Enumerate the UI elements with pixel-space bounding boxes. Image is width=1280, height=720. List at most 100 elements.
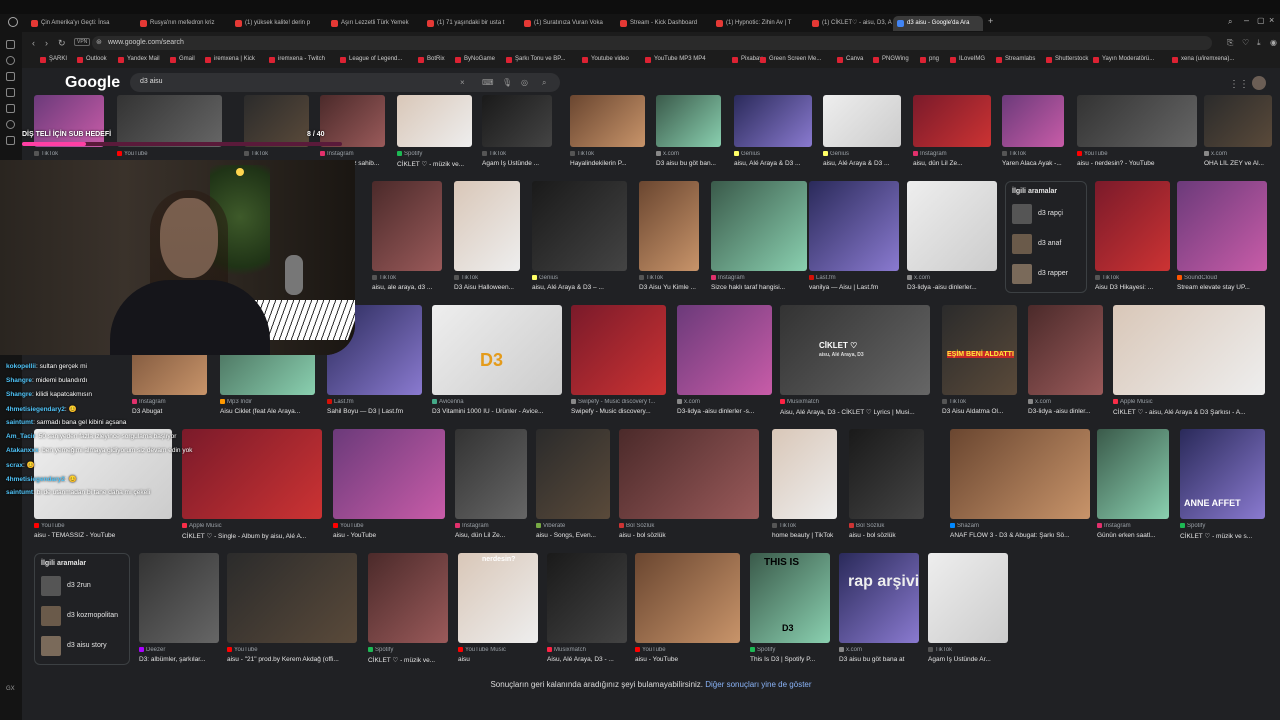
image-result-source[interactable]: TikTok [928,647,1008,653]
image-result-title[interactable]: D3: albümler, şarkılar... [139,656,219,663]
related-search-item[interactable]: d3 rapper [1012,264,1122,284]
image-result-title[interactable]: Günün erken saatl... [1097,532,1169,539]
image-result-thumbnail[interactable] [656,95,721,147]
tab-10[interactable]: d3 aisu - Google'da Ara [893,16,983,31]
reload-icon[interactable]: ↻ [58,38,66,49]
image-result-source[interactable]: Swipefy - Music discovery f... [571,399,666,405]
related-search-item[interactable]: d3 kozmopolitan [41,606,151,626]
microphone-icon[interactable]: 🎙 [502,78,512,87]
bookmark-item[interactable]: PNGWing [873,56,909,63]
image-result-title[interactable]: Aisu Ciklet (feat Ale Araya... [220,408,315,415]
bookmark-item[interactable]: ILoveIMG [950,56,985,63]
image-result-title[interactable]: CİKLET ♡ - müzik ve... [368,656,448,664]
bookmark-item[interactable]: Yayın Moderatörü... [1093,56,1154,63]
image-result-title[interactable]: Sahil Boyu — D3 | Last.fm [327,408,422,415]
image-result-source[interactable]: Last.fm [327,399,422,405]
image-result-title[interactable]: aisu - YouTube [333,532,445,539]
image-result-thumbnail[interactable] [823,95,901,147]
image-result-title[interactable]: D3 Vitamini 1000 IU - Ürünler - Avice... [432,408,562,415]
image-result-source[interactable]: TikTok [372,275,442,281]
image-result-title[interactable]: Aisu, Alé Araya, D3 - CİKLET ♡ Lyrics | … [780,408,930,416]
bookmark-item[interactable]: ByNoGame [455,56,495,63]
image-result-source[interactable]: Bol Sözlük [619,523,759,529]
image-result-title[interactable]: home beauty | TikTok [772,532,837,539]
image-result-source[interactable]: Genius [734,151,812,157]
image-result-title[interactable]: aisu - nerdesin? - YouTube [1077,160,1197,167]
tab-5[interactable]: (1) 71 yaşındaki bir usta t [423,16,515,31]
search-query[interactable]: d3 aisu [140,78,163,85]
image-result-source[interactable]: TikTok [639,275,699,281]
bookmark-item[interactable]: xena (u/iremxena)... [1172,56,1234,63]
image-result-source[interactable]: YouTube [227,647,357,653]
image-result-source[interactable]: TikTok [482,151,552,157]
search-tabs-icon[interactable]: ⌕ [1228,17,1232,27]
image-result-title[interactable]: This Is D3 | Spotify P... [750,656,830,663]
bookmark-item[interactable]: Shutterstock [1046,56,1088,63]
bookmark-item[interactable]: League of Legend... [340,56,402,63]
twitch-icon[interactable] [6,104,15,113]
image-result-thumbnail[interactable] [849,429,924,519]
bookmark-item[interactable]: Pixabay [732,56,762,63]
image-result-source[interactable]: Instagram [320,151,385,157]
bookmark-item[interactable]: Outlook [77,56,107,63]
image-result-source[interactable]: Spotify [368,647,448,653]
search-icon[interactable]: ⌕ [542,78,546,88]
image-result-source[interactable]: Mp3 İndir [220,399,315,405]
image-result-thumbnail[interactable] [1097,429,1169,519]
image-result-title[interactable]: Aisu, dün Lil Ze... [455,532,527,539]
show-more-link[interactable]: Diğer sonuçları yine de göster [705,680,811,689]
image-result-thumbnail[interactable] [639,181,699,271]
image-result-source[interactable]: Musixmatch [780,399,930,405]
image-result-source[interactable]: Instagram [455,523,527,529]
image-result-thumbnail[interactable] [1002,95,1064,147]
bookmark-item[interactable]: BotRix [418,56,445,63]
close-icon[interactable]: × [1269,15,1274,25]
image-result-title[interactable]: CİKLET ♡ - müzik ve s... [1180,532,1265,540]
image-result-source[interactable]: Musixmatch [547,647,627,653]
image-result-source[interactable]: Apple Music [1113,399,1265,405]
image-result-source[interactable]: Spotify [397,151,472,157]
related-search-item[interactable]: d3 2run [41,576,151,596]
image-result-thumbnail[interactable] [839,553,919,643]
opera-gx-icon[interactable] [8,17,18,27]
forward-icon[interactable]: › [45,38,48,48]
image-result-thumbnail[interactable] [1077,95,1197,147]
settings-icon[interactable] [6,120,15,129]
keyboard-icon[interactable]: ⌨ [482,78,494,87]
image-result-thumbnail[interactable] [482,95,552,147]
image-result-title[interactable]: ANAF FLOW 3 - D3 & Abugat: Şarkı Sö... [950,532,1090,539]
image-result-title[interactable]: vanilya — Aisu | Last.fm [809,284,899,291]
maximize-icon[interactable]: ▢ [1257,16,1265,25]
vpn-badge[interactable]: VPN [74,38,91,46]
bookmark-item[interactable]: Green Screen Me... [760,56,821,63]
apps-icon[interactable]: ⋮⋮ [1229,79,1249,90]
image-result-title[interactable]: CİKLET ♡ - aisu, Alé Araya & D3 Şarkısı … [1113,408,1265,416]
image-result-source[interactable]: TikTok [454,275,520,281]
bookmark-item[interactable]: Gmail [170,56,195,63]
image-result-source[interactable]: x.com [656,151,721,157]
image-result-title[interactable]: D3-lidya -aisu dinlerler -s... [677,408,772,415]
image-result-source[interactable]: Spotify [750,647,830,653]
image-result-title[interactable]: CİKLET ♡ - müzik ve... [397,160,472,168]
image-result-thumbnail[interactable] [1113,305,1265,395]
image-result-source[interactable]: Avicenna [432,399,562,405]
image-result-title[interactable]: Aisu, Alé Araya, D3 - ... [547,656,627,663]
image-result-title[interactable]: Hayalindekilerin P... [570,160,645,167]
messenger-icon[interactable] [6,72,15,81]
image-result-source[interactable]: SoundCloud [1177,275,1267,281]
image-result-thumbnail[interactable] [227,553,357,643]
image-result-title[interactable]: Swipefy - Music discovery... [571,408,666,415]
image-result-title[interactable]: aisu - Songs, Even... [536,532,610,539]
image-result-source[interactable]: Last.fm [809,275,899,281]
image-result-title[interactable]: Sizce haklı taraf hangisi... [711,284,807,291]
google-logo[interactable]: Google [65,74,120,92]
image-result-title[interactable]: aisu, Alé Araya & D3 ... [823,160,901,167]
image-result-source[interactable]: Shazam [950,523,1090,529]
bookmark-item[interactable]: iremxena - Twitch [269,56,325,63]
image-result-source[interactable]: Instagram [711,275,807,281]
profile-icon[interactable]: ◉ [1270,38,1277,47]
image-result-thumbnail[interactable] [454,181,520,271]
image-result-thumbnail[interactable] [536,429,610,519]
image-result-source[interactable]: Spotify [1180,523,1265,529]
image-result-source[interactable]: x.com [1028,399,1103,405]
